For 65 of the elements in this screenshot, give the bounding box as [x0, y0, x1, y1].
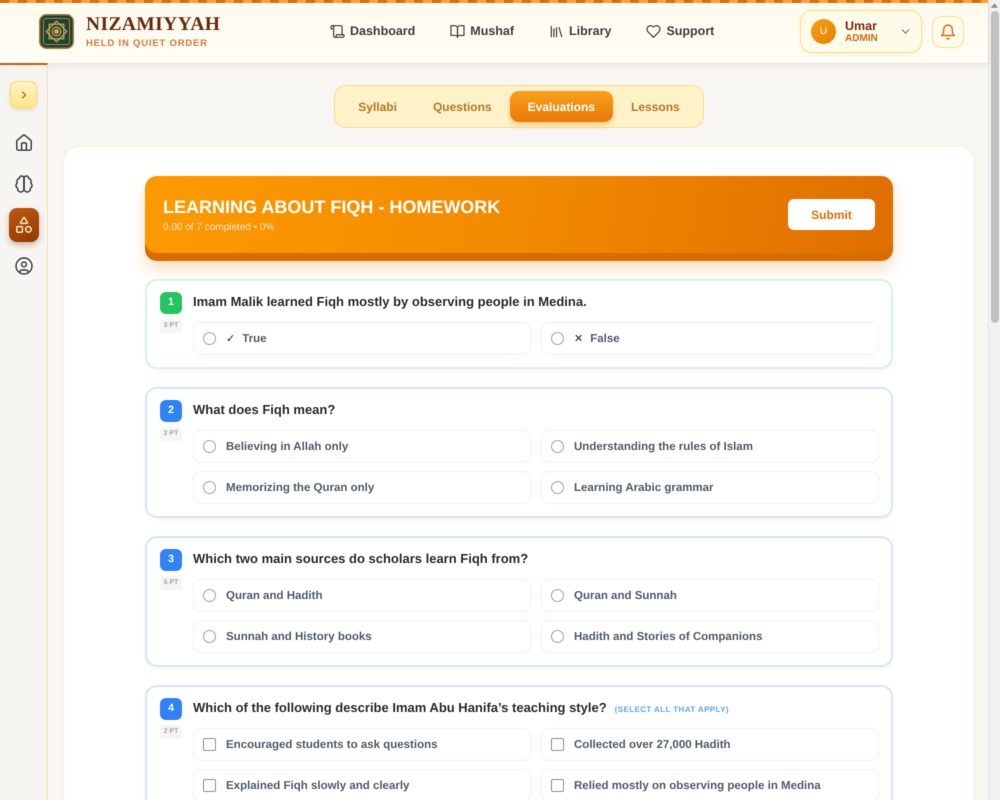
radio-button[interactable] — [203, 332, 216, 345]
scroll-up-icon[interactable] — [991, 3, 998, 8]
notifications-button[interactable] — [932, 16, 964, 48]
question-number: 4 — [160, 698, 182, 720]
question-text: What does Fiqh mean? — [193, 401, 336, 419]
assignment-title: LEARNING ABOUT FIQH - HOMEWORK — [163, 196, 502, 218]
expand-sidebar-button[interactable] — [10, 81, 37, 108]
bell-icon — [941, 24, 955, 38]
option-symbol: ✓ — [226, 330, 236, 347]
answer-option[interactable]: Quran and Hadith — [193, 579, 531, 612]
answer-option[interactable]: ✕ False — [541, 322, 879, 355]
answer-option[interactable]: Quran and Sunnah — [541, 579, 879, 612]
answer-option[interactable]: Relied mostly on observing people in Medina — [541, 769, 879, 800]
radio-button[interactable] — [203, 440, 216, 453]
avatar: U — [811, 19, 836, 44]
answer-option[interactable]: Believing in Allah only — [193, 430, 531, 463]
question-number: 3 — [160, 549, 182, 571]
option-symbol: ✕ — [574, 330, 584, 347]
home-icon — [16, 135, 32, 151]
nav-link[interactable]: Support — [647, 22, 714, 41]
nav-link[interactable]: Library — [550, 22, 612, 41]
brain-icon — [16, 176, 32, 192]
radio-button[interactable] — [203, 589, 216, 602]
sidebar-item[interactable] — [8, 208, 38, 242]
question-text: Imam Malik learned Fiqh mostly by observing people in Medina. — [193, 293, 587, 311]
nav-link[interactable]: Mushaf — [451, 22, 514, 41]
radio-button[interactable] — [203, 630, 216, 643]
checkbox[interactable] — [551, 779, 564, 792]
answer-option[interactable]: Learning Arabic grammar — [541, 471, 879, 504]
answer-option[interactable]: Encouraged students to ask questions — [193, 728, 531, 761]
user-circle-icon — [16, 258, 32, 274]
answer-option[interactable]: ✓ True — [193, 322, 531, 355]
nav-link[interactable]: Dashboard — [331, 22, 416, 41]
scrollbar[interactable] — [988, 0, 1000, 800]
open-book-icon — [451, 25, 464, 38]
brand-tagline: HELD IN QUIET ORDER — [86, 38, 209, 50]
brand-name: NIZAMIYYAH — [86, 14, 220, 36]
radio-button[interactable] — [551, 440, 564, 453]
answer-option[interactable]: Understanding the rules of Islam — [541, 430, 879, 463]
scrollbar-thumb[interactable] — [990, 11, 998, 323]
library-icon — [550, 25, 564, 38]
answer-option[interactable]: Sunnah and History books — [193, 620, 531, 653]
radio-button[interactable] — [203, 481, 216, 494]
checkbox[interactable] — [203, 779, 216, 792]
answer-option[interactable]: Memorizing the Quran only — [193, 471, 531, 504]
radio-button[interactable] — [551, 481, 564, 494]
answer-option[interactable]: Explained Fiqh slowly and clearly — [193, 769, 531, 800]
question-number: 1 — [160, 292, 182, 314]
answer-option[interactable]: Hadith and Stories of Companions — [541, 620, 879, 653]
question-text: Which of the following describe Imam Abu Hanifa’s teaching style? — [193, 699, 607, 717]
radio-button[interactable] — [551, 332, 564, 345]
question-number: 2 — [160, 400, 182, 422]
question-text: Which two main sources do scholars learn Fiqh from? — [193, 550, 528, 568]
logo-icon[interactable] — [39, 14, 74, 49]
shapes-icon — [16, 217, 32, 233]
user-menu[interactable]: U Umar ADMIN — [800, 10, 922, 53]
radio-button[interactable] — [551, 589, 564, 602]
heart-icon — [647, 25, 660, 38]
answer-option[interactable]: Collected over 27,000 Hadith — [541, 728, 879, 761]
checkbox[interactable] — [203, 738, 216, 751]
radio-button[interactable] — [551, 630, 564, 643]
select-all-hint: (SELECT ALL THAT APPLY) — [614, 704, 729, 716]
scroll-icon — [331, 25, 344, 38]
checkbox[interactable] — [551, 738, 564, 751]
progress-text: 0.00 of 7 completed • 0% — [163, 220, 276, 234]
